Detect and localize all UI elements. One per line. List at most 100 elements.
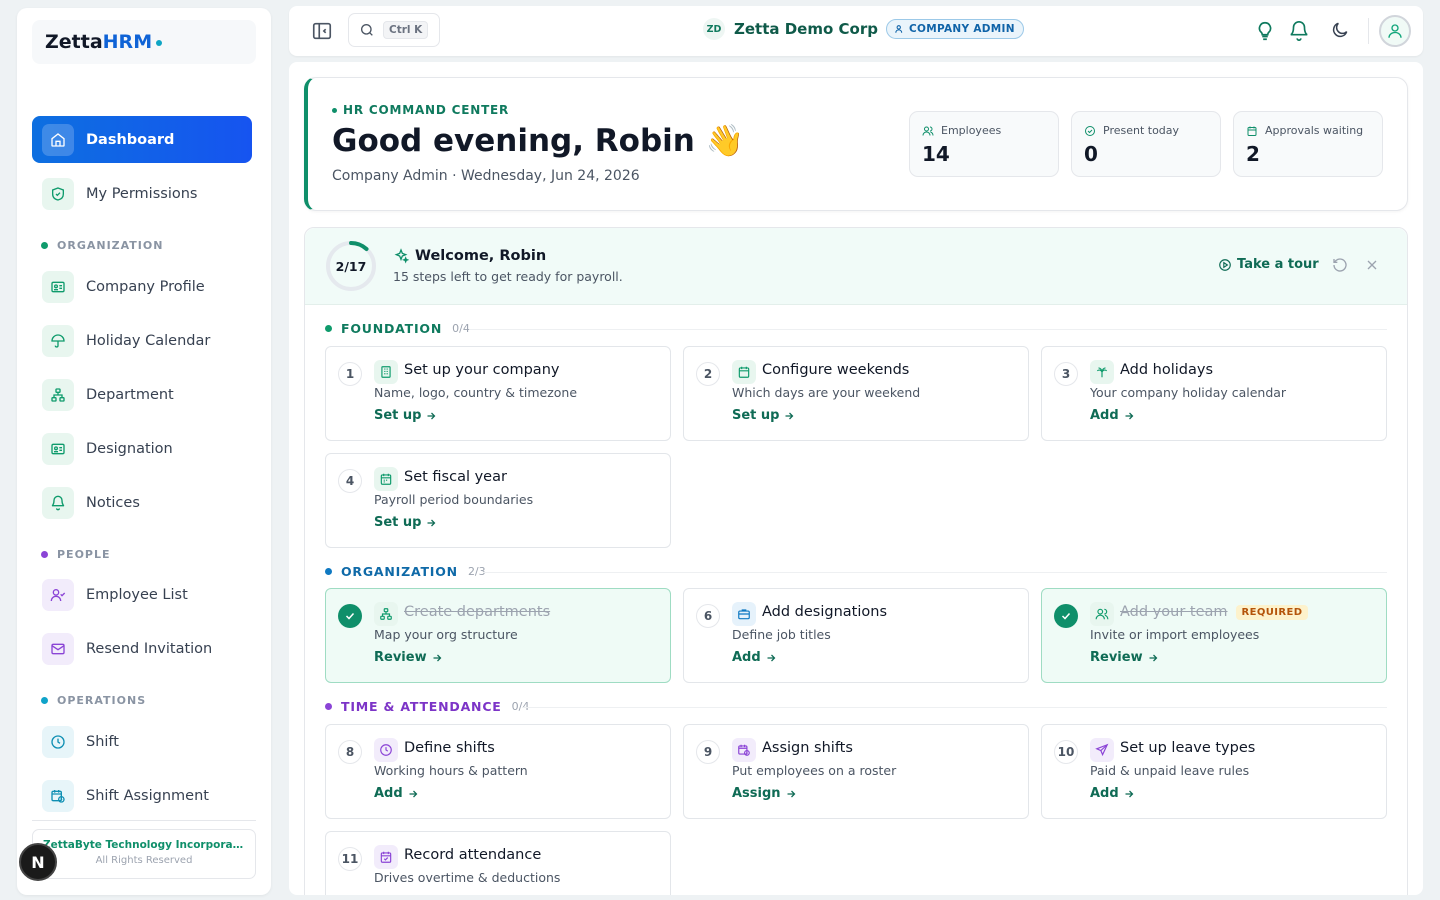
calendar-clock-icon bbox=[42, 779, 74, 812]
step-card[interactable]: 1 Set up your company Name, logo, countr… bbox=[325, 346, 671, 441]
logo-text-hrm: HRM bbox=[102, 31, 153, 53]
sidebar-item-my-permissions[interactable]: My Permissions bbox=[32, 170, 252, 217]
step-card[interactable]: 4 Set fiscal year Payroll period boundar… bbox=[325, 453, 671, 548]
step-description: Drives overtime & deductions bbox=[374, 870, 561, 885]
sparkles-icon bbox=[394, 248, 409, 264]
hero-kicker: HR COMMAND CENTER bbox=[332, 103, 509, 117]
users-icon bbox=[922, 126, 934, 136]
setup-checklist: 2/17 Welcome, Robin 15 steps left to get… bbox=[304, 227, 1408, 895]
arrow-right-icon bbox=[1149, 654, 1157, 661]
sidebar-item-shift[interactable]: Shift bbox=[32, 718, 252, 765]
app-logo[interactable]: Zetta HRM bbox=[32, 20, 256, 64]
group-divider bbox=[470, 329, 1387, 330]
sidebar-item-notices[interactable]: Notices bbox=[32, 479, 252, 526]
arrow-right-icon bbox=[767, 654, 776, 661]
step-card-completed[interactable]: Create departments Map your org structur… bbox=[325, 588, 671, 683]
step-title: Add designations bbox=[762, 604, 887, 620]
palm-tree-icon bbox=[1090, 360, 1114, 384]
arrow-right-icon bbox=[409, 790, 418, 797]
sidebar-item-label: Holiday Calendar bbox=[86, 332, 211, 349]
step-action-link[interactable]: Set up bbox=[732, 408, 795, 423]
step-action-link[interactable]: Assign bbox=[732, 786, 797, 801]
id-card-icon bbox=[42, 432, 74, 465]
step-card[interactable]: 2 Configure weekends Which days are your… bbox=[683, 346, 1029, 441]
reset-icon[interactable] bbox=[1332, 257, 1350, 275]
lightbulb-icon[interactable] bbox=[1254, 20, 1276, 42]
step-description: Name, logo, country & timezone bbox=[374, 385, 578, 400]
sidebar-item-label: Designation bbox=[86, 440, 173, 457]
home-icon bbox=[42, 123, 74, 156]
step-action-link[interactable]: Add bbox=[1090, 786, 1135, 801]
step-action-link[interactable]: Review bbox=[1090, 650, 1159, 665]
step-card[interactable]: 6 Add designations Define job titles Add bbox=[683, 588, 1029, 683]
group-time-attendance: TIME & ATTENDANCE 0/4 bbox=[325, 699, 529, 714]
step-card[interactable]: 10 Set up leave types Paid & unpaid leav… bbox=[1041, 724, 1387, 819]
moon-icon[interactable] bbox=[1330, 20, 1352, 42]
step-card[interactable]: 9 Assign shifts Put employees on a roste… bbox=[683, 724, 1029, 819]
bell-icon[interactable] bbox=[1288, 20, 1310, 42]
step-card[interactable]: 3 Add holidays Your company holiday cale… bbox=[1041, 346, 1387, 441]
arrow-right-icon bbox=[1125, 790, 1134, 797]
search-button[interactable]: Ctrl K bbox=[348, 13, 440, 47]
step-action-link[interactable]: Add bbox=[374, 786, 419, 801]
sidebar-item-company-profile[interactable]: Company Profile bbox=[32, 263, 252, 310]
sidebar-item-designation[interactable]: Designation bbox=[32, 425, 252, 472]
sidebar-divider bbox=[32, 820, 256, 821]
step-description: Put employees on a roster bbox=[732, 763, 897, 778]
arrow-right-icon bbox=[787, 790, 795, 797]
sidebar-item-employee-list[interactable]: Employee List bbox=[32, 571, 252, 618]
step-action-link[interactable]: Set up bbox=[374, 408, 437, 423]
company-name: Zetta Demo Corp bbox=[734, 20, 878, 38]
sidebar-item-department[interactable]: Department bbox=[32, 371, 252, 418]
clock-icon bbox=[374, 738, 398, 762]
sidebar-footer: ZettaByte Technology Incorporated All Ri… bbox=[32, 829, 256, 879]
sidebar-item-holiday-calendar[interactable]: Holiday Calendar bbox=[32, 317, 252, 364]
stat-approvals-waiting[interactable]: Approvals waiting 2 bbox=[1233, 111, 1383, 177]
step-number: 9 bbox=[696, 740, 720, 764]
sidebar-item-label: Notices bbox=[86, 494, 140, 511]
step-description: Define job titles bbox=[732, 627, 831, 642]
sidebar-item-shift-assignment[interactable]: Shift Assignment bbox=[32, 772, 252, 819]
role-badge: COMPANY ADMIN bbox=[885, 19, 1024, 39]
sidebar-item-resend-invitation[interactable]: Resend Invitation bbox=[32, 625, 252, 672]
sidebar-item-label: Department bbox=[86, 386, 174, 403]
user-check-icon bbox=[42, 578, 74, 611]
shield-check-icon bbox=[42, 177, 74, 210]
step-title: Define shifts bbox=[404, 740, 495, 756]
required-badge: REQUIRED bbox=[1235, 604, 1309, 620]
company-switcher[interactable]: ZD Zetta Demo Corp COMPANY ADMIN bbox=[703, 18, 1024, 40]
close-icon[interactable] bbox=[1364, 257, 1382, 275]
company-avatar: ZD bbox=[703, 18, 725, 40]
stat-present-today[interactable]: Present today 0 bbox=[1071, 111, 1221, 177]
arrow-right-icon bbox=[785, 412, 794, 419]
arrow-right-icon bbox=[427, 519, 436, 526]
greeting-subtitle: Company Admin · Wednesday, Jun 24, 2026 bbox=[332, 168, 640, 184]
sidebar-item-dashboard[interactable]: Dashboard bbox=[32, 116, 252, 163]
sidebar-item-label: Company Profile bbox=[86, 278, 205, 295]
check-icon bbox=[1054, 604, 1078, 628]
step-card[interactable]: 8 Define shifts Working hours & pattern … bbox=[325, 724, 671, 819]
step-action-link[interactable]: Review bbox=[374, 650, 443, 665]
step-card-completed[interactable]: Add your team REQUIRED Invite or import e… bbox=[1041, 588, 1387, 683]
arrow-right-icon bbox=[1125, 412, 1134, 419]
topbar-divider bbox=[1368, 18, 1369, 44]
sidebar-item-label: Shift bbox=[86, 733, 119, 750]
step-title: Add your team REQUIRED bbox=[1120, 604, 1309, 620]
section-operations: OPERATIONS bbox=[41, 694, 146, 707]
step-description: Which days are your weekend bbox=[732, 385, 921, 400]
step-description: Invite or import employees bbox=[1090, 627, 1260, 642]
logo-dot bbox=[156, 40, 163, 46]
step-description: Paid & unpaid leave rules bbox=[1090, 763, 1250, 778]
step-card[interactable]: 11 Record attendance Drives overtime & d… bbox=[325, 831, 671, 895]
stat-employees[interactable]: Employees 14 bbox=[909, 111, 1059, 177]
step-number: 3 bbox=[1054, 362, 1078, 386]
dev-tools-badge[interactable]: N bbox=[19, 843, 57, 881]
take-tour-button[interactable]: Take a tour bbox=[1218, 257, 1319, 272]
step-action-link[interactable]: Add bbox=[1090, 408, 1135, 423]
user-avatar[interactable] bbox=[1379, 15, 1411, 47]
step-description: Map your org structure bbox=[374, 627, 518, 642]
sidebar-toggle-icon[interactable] bbox=[311, 20, 333, 42]
group-organization: ORGANIZATION 2/3 bbox=[325, 564, 486, 579]
step-action-link[interactable]: Set up bbox=[374, 515, 437, 530]
step-action-link[interactable]: Add bbox=[732, 650, 777, 665]
